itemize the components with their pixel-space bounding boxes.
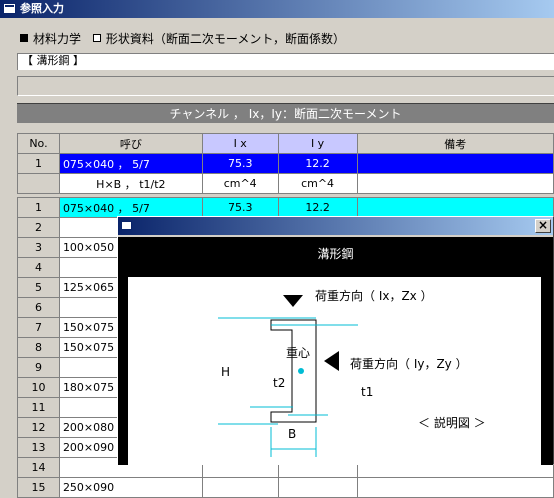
diagram-caption: ＜ 説明図 ＞ [418,416,486,430]
col-no: No. [17,133,60,154]
cell-no: 14 [17,457,60,478]
cell-name: 075×040 ， 5/7 [58,197,203,218]
main-window: 参照入力 材料力学 形状資料（断面二次モーメント，断面係数） 【 溝形鋼 】 チ… [0,0,554,498]
option-label: 形状資料（断面二次モーメント，断面係数） [105,32,346,46]
cell-note [356,197,554,218]
cell-ix: 75.3 [201,153,279,174]
cell-ix: 75.3 [201,197,279,218]
cell-no: 5 [17,277,60,298]
popup-title-bar: × [118,217,553,235]
table-title-bar: チャンネル ， Ix，Iy：断面二次モーメント [17,103,554,123]
option-material-mechanics[interactable]: 材料力学 [20,32,81,46]
cell-no: 4 [17,257,60,278]
table-row[interactable]: 15 250×090 [17,477,554,498]
cell-iy [277,477,358,498]
cell-ix: cm^4 [201,173,279,194]
cell-note [356,153,554,174]
cell-no: 13 [17,437,60,458]
load-x-label: 荷重方向（ Ix，Zx ） [315,289,433,303]
col-name: 呼び [58,133,203,154]
centroid-label: 重心 [286,346,311,360]
hollow-square-icon [92,34,101,42]
dim-t1-label: t1 [361,385,374,399]
cell-name: H×B ， t1/t2 [58,173,203,194]
cell-no [17,173,60,194]
dim-b-label: B [288,427,297,441]
cell-note [356,477,554,498]
cell-ix [201,477,279,498]
cell-no: 6 [17,297,60,318]
cell-no: 8 [17,337,60,358]
centroid-dot-icon [298,368,304,374]
dim-h-label: H [221,365,231,379]
title-bar: 参照入力 [0,0,554,18]
option-label: 材料力学 [33,32,82,46]
upper-grid: No. 呼び I x I y 備考 1 075×040 ， 5/7 75.3 1… [17,133,554,194]
cell-no: 15 [17,477,60,498]
cell-no: 11 [17,397,60,418]
cell-iy: 12.2 [277,153,358,174]
filled-square-icon [20,34,28,42]
popup-icon [121,221,132,230]
cell-note [356,173,554,194]
dim-t2-label: t2 [273,376,286,390]
selected-row[interactable]: 1 075×040 ， 5/7 75.3 12.2 [17,153,554,174]
option-shape-data[interactable]: 形状資料（断面二次モーメント，断面係数） [92,32,346,46]
menu-options: 材料力学 形状資料（断面二次モーメント，断面係数） [20,30,353,47]
table-row[interactable]: 1 075×040 ， 5/7 75.3 12.2 [17,197,554,218]
cell-name: 250×090 [58,477,203,498]
cell-iy: cm^4 [277,173,358,194]
diagram-canvas: 荷重方向（ Ix，Zx ） 荷重方向（ Iy，Zy ） 重心 H t2 t1 B… [128,277,541,465]
cell-no: 7 [17,317,60,338]
cell-name: 075×040 ， 5/7 [58,153,203,174]
cell-no: 3 [17,237,60,258]
app-icon [3,3,16,14]
cell-no: 1 [17,153,60,174]
col-iy: I y [277,133,358,154]
secondary-field[interactable] [17,76,554,96]
window-title: 参照入力 [20,2,64,15]
cell-iy: 12.2 [277,197,358,218]
category-field[interactable]: 【 溝形鋼 】 [17,53,554,70]
cell-no: 2 [17,217,60,238]
channel-diagram [218,295,358,457]
cell-no: 10 [17,377,60,398]
unit-row: H×B ， t1/t2 cm^4 cm^4 [17,173,554,194]
header-row: No. 呼び I x I y 備考 [17,133,554,154]
load-arrow-x-icon [283,295,303,307]
diagram-popup: × 溝形鋼 荷重方向（ Ix，Zx ） 荷重方向（ Iy，Zy ） 重心 H t… [117,216,554,465]
load-arrow-y-icon [324,351,339,371]
cell-no: 12 [17,417,60,438]
close-button[interactable]: × [535,219,551,233]
cell-no: 1 [17,197,60,218]
load-y-label: 荷重方向（ Iy，Zy ） [350,357,468,371]
cell-no: 9 [17,357,60,378]
diagram-title: 溝形鋼 [317,247,354,261]
col-ix: I x [201,133,279,154]
col-note: 備考 [356,133,554,154]
popup-body: 溝形鋼 荷重方向（ Ix，Zx ） 荷重方向（ Iy，Zy ） 重心 H t2 … [118,237,553,465]
